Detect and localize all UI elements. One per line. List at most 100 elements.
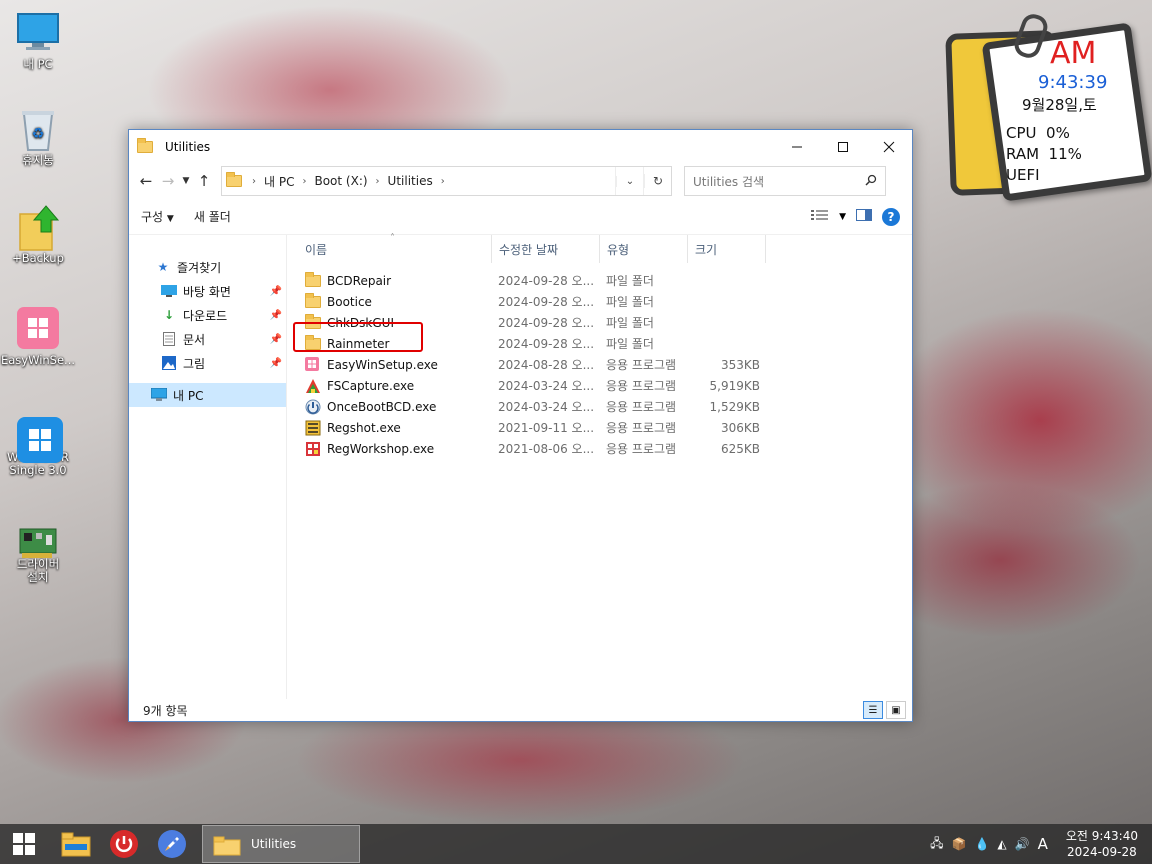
file-list[interactable]: ˄ 이름 수정한 날짜 유형 크기 BCDRepair 2024-09-28 오…: [287, 233, 912, 699]
folder-icon: [305, 292, 321, 310]
file-name: BCDRepair: [327, 273, 392, 288]
power-icon: [110, 830, 138, 858]
desktop-icon-recycle-bin[interactable]: ♻ 휴지통: [0, 106, 76, 167]
recent-locations-button[interactable]: ▼: [179, 168, 193, 194]
file-size: 353KB: [720, 357, 760, 372]
pin-icon[interactable]: 📌: [270, 310, 282, 321]
file-row[interactable]: OnceBootBCD.exe 2024-03-24 오... 응용 프로그램 …: [287, 396, 912, 417]
file-row[interactable]: BCDRepair 2024-09-28 오... 파일 폴더: [287, 270, 912, 291]
change-view-button[interactable]: [811, 209, 829, 224]
file-row[interactable]: RegWorkshop.exe 2021-08-06 오... 응용 프로그램 …: [287, 438, 912, 459]
chevron-down-icon: ▼: [166, 214, 174, 224]
search-input[interactable]: Utilities 검색: [684, 166, 886, 196]
backup-folder-icon: [16, 204, 60, 251]
refresh-button[interactable]: ↻: [643, 167, 671, 195]
nav-documents[interactable]: 문서 📌: [129, 327, 286, 351]
breadcrumb-boot-drive[interactable]: Boot (X:): [310, 174, 371, 188]
system-tray: 🖧 📦 💧 ◭ 🔊 A 오전 9:43:40 2024-09-28: [930, 828, 1152, 860]
launcher-button[interactable]: [148, 824, 196, 864]
breadcrumb-this-pc[interactable]: 내 PC: [260, 173, 298, 190]
window-title: Utilities: [165, 139, 211, 154]
arrow-left-icon: ←: [139, 172, 153, 190]
column-size[interactable]: 크기: [688, 235, 766, 263]
view-options-dropdown[interactable]: ▼: [839, 212, 846, 222]
file-name: FSCapture.exe: [327, 378, 415, 393]
folder-icon: [226, 172, 242, 189]
power-button[interactable]: [100, 824, 148, 864]
volume-icon[interactable]: 🔊: [1015, 837, 1030, 851]
maximize-button[interactable]: [820, 130, 866, 163]
nav-pictures[interactable]: 그림 📌: [129, 351, 286, 375]
pin-icon[interactable]: 📌: [270, 286, 282, 297]
help-button[interactable]: ?: [882, 207, 900, 226]
column-date[interactable]: 수정한 날짜: [492, 235, 600, 263]
minimize-button[interactable]: [774, 130, 820, 163]
file-row[interactable]: EasyWinSetup.exe 2024-08-28 오... 응용 프로그램…: [287, 354, 912, 375]
organize-menu[interactable]: 구성 ▼: [141, 208, 174, 225]
rainmeter-clock-widget[interactable]: AM 9:43:39 9월28일,토 CPU 0% RAM 11% UEFI: [945, 10, 1152, 202]
new-folder-button[interactable]: 새 폴더: [194, 208, 231, 225]
widget-boot: UEFI: [1006, 166, 1040, 184]
file-date: 2021-09-11 오...: [498, 421, 595, 435]
file-type: 응용 프로그램: [606, 442, 677, 456]
file-date: 2024-09-28 오...: [498, 295, 595, 309]
breadcrumb-utilities[interactable]: Utilities: [384, 174, 437, 188]
details-view-icon: [811, 210, 829, 220]
chevron-right-icon[interactable]: ›: [298, 176, 310, 187]
explorer-window[interactable]: Utilities ← → ▼ ↑ › 내 PC › Boot (X:) › U…: [128, 129, 913, 722]
chevron-right-icon[interactable]: ›: [248, 176, 260, 187]
drop-icon[interactable]: 💧: [974, 837, 989, 851]
desktop-icon-this-pc[interactable]: 내 PC: [0, 10, 76, 71]
start-button[interactable]: [0, 824, 48, 864]
ime-indicator[interactable]: A: [1038, 835, 1048, 853]
nav-desktop[interactable]: 바탕 화면 📌: [129, 279, 286, 303]
address-history-button[interactable]: ⌄: [615, 167, 643, 195]
desktop-icon-wimlib[interactable]: WimLib BR Single 3.0: [0, 403, 76, 477]
nav-quick-access[interactable]: ★ 즐겨찾기: [129, 255, 286, 279]
large-icons-view-button[interactable]: ▣: [886, 701, 906, 719]
file-row[interactable]: Regshot.exe 2021-09-11 오... 응용 프로그램 306K…: [287, 417, 912, 438]
chevron-right-icon[interactable]: ›: [437, 176, 449, 187]
nav-downloads[interactable]: ↓ 다운로드 📌: [129, 303, 286, 327]
widget-ampm: AM: [1050, 36, 1097, 71]
network-icon[interactable]: 🖧: [930, 834, 943, 855]
pin-icon[interactable]: 📌: [270, 358, 282, 369]
file-date: 2024-03-24 오...: [498, 400, 595, 414]
nav-this-pc[interactable]: 내 PC: [129, 383, 286, 407]
file-explorer-taskbar-button[interactable]: [52, 824, 100, 864]
file-name: EasyWinSetup.exe: [327, 357, 438, 372]
column-type[interactable]: 유형: [600, 235, 688, 263]
up-button[interactable]: ↑: [193, 168, 215, 194]
capture-tray-icon[interactable]: ◭: [997, 837, 1006, 851]
file-size: 5,919KB: [709, 378, 760, 393]
chevron-down-icon: ▼: [839, 211, 846, 222]
file-date: 2024-09-28 오...: [498, 337, 595, 351]
download-icon: ↓: [163, 308, 175, 322]
back-button[interactable]: ←: [135, 168, 157, 194]
file-date: 2024-09-28 오...: [498, 274, 595, 288]
file-row[interactable]: Bootice 2024-09-28 오... 파일 폴더: [287, 291, 912, 312]
column-headers: ˄ 이름 수정한 날짜 유형 크기: [287, 233, 912, 263]
arrow-up-icon: ↑: [197, 172, 211, 190]
details-view-button[interactable]: ☰: [863, 701, 883, 719]
rocket-icon: [158, 830, 186, 858]
preview-pane-button[interactable]: [856, 209, 872, 224]
file-row[interactable]: FSCapture.exe 2024-03-24 오... 응용 프로그램 5,…: [287, 375, 912, 396]
nav-label: 즐겨찾기: [177, 260, 222, 275]
pin-icon[interactable]: 📌: [270, 334, 282, 345]
widget-cpu: CPU 0%: [1006, 124, 1070, 142]
chevron-right-icon[interactable]: ›: [372, 176, 384, 187]
desktop-icon-driver-install[interactable]: 드라이버 설치: [0, 510, 76, 584]
address-bar[interactable]: › 내 PC › Boot (X:) › Utilities › ⌄ ↻: [221, 166, 672, 196]
close-button[interactable]: [866, 130, 912, 163]
widget-ram: RAM 11%: [1006, 145, 1082, 163]
title-bar[interactable]: Utilities: [129, 130, 912, 163]
file-type: 파일 폴더: [606, 295, 654, 309]
taskbar-app-utilities[interactable]: Utilities: [202, 825, 360, 863]
desktop-icon-backup[interactable]: +Backup: [0, 204, 76, 265]
desktop-icon-easywinsetup[interactable]: EasyWinSe...: [0, 306, 76, 367]
package-icon[interactable]: 📦: [951, 837, 966, 851]
forward-button[interactable]: →: [157, 168, 179, 194]
file-name: Regshot.exe: [327, 420, 401, 435]
taskbar-clock[interactable]: 오전 9:43:40 2024-09-28: [1056, 828, 1138, 860]
